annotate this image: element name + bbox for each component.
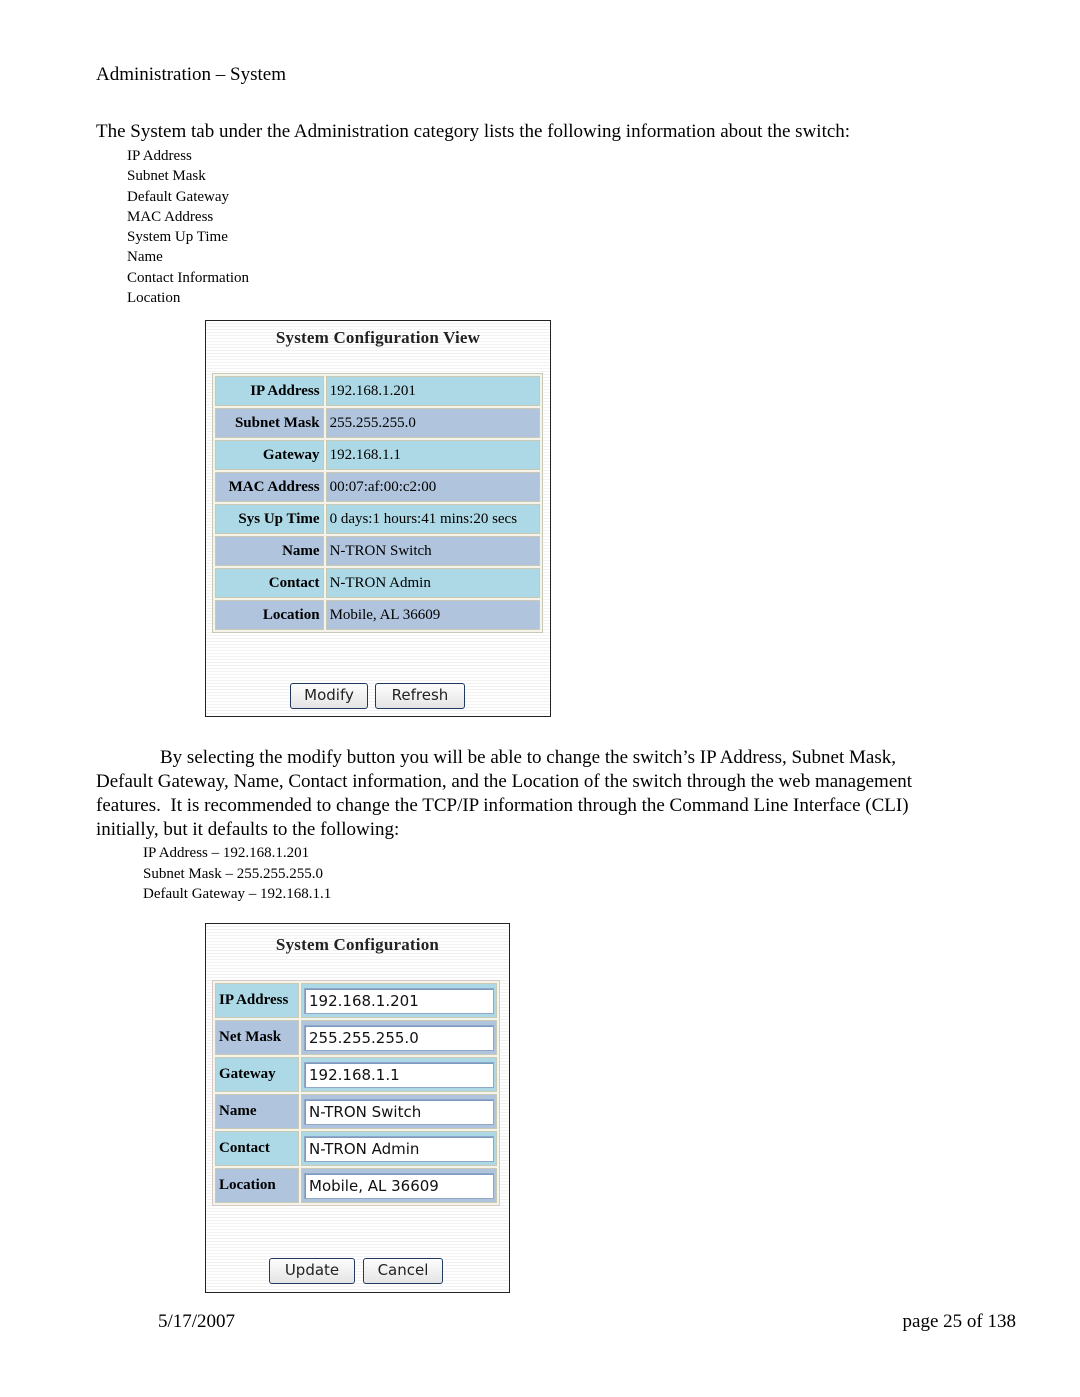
form-row: Gateway [215, 1057, 497, 1092]
row-value: 00:07:af:00:c2:00 [325, 472, 540, 502]
panel-title: System Configuration View [275, 328, 481, 347]
list-item: Subnet Mask – 255.255.255.0 [143, 865, 323, 882]
list-item: Default Gateway [127, 188, 230, 205]
intro-text: The System tab under the Administration … [96, 121, 851, 142]
ip-address-input[interactable] [304, 987, 494, 1014]
system-config-edit-panel: System Configuration IP Address Net Mask… [205, 923, 510, 1293]
paragraph-line: By selecting the modify button you will … [160, 747, 896, 768]
form-row: Location [215, 1168, 497, 1203]
row-label: Gateway [215, 440, 324, 470]
paragraph-line: features. It is recommended to change th… [96, 795, 909, 816]
system-info-table: IP Address 192.168.1.201 Subnet Mask 255.2… [212, 373, 543, 633]
system-config-view-panel: System Configuration View IP Address 192.… [205, 320, 551, 717]
table-row: IP Address 192.168.1.201 [215, 376, 540, 406]
row-label: Contact [215, 568, 324, 598]
list-item: IP Address [127, 148, 192, 164]
table-row: Name N-TRON Switch [215, 536, 540, 566]
list-item: Contact Information [127, 269, 250, 286]
refresh-button[interactable]: Refresh [375, 683, 465, 709]
info-list: IP Address Subnet Mask Default Gateway M… [127, 146, 249, 308]
table-row: Location Mobile, AL 36609 [215, 600, 540, 630]
modify-button[interactable]: Modify [290, 683, 368, 709]
row-value: 255.255.255.0 [325, 408, 540, 438]
config-form-table: IP Address Net Mask Gateway Name Contact… [212, 980, 500, 1206]
form-row: Contact [215, 1131, 497, 1166]
form-row: Net Mask [215, 1020, 497, 1055]
footer-page-number: page 25 of 138 [902, 1311, 1016, 1332]
row-value: Mobile, AL 36609 [325, 600, 540, 630]
row-value: 0 days:1 hours:41 mins:20 secs [325, 504, 540, 534]
field-label: Contact [215, 1131, 299, 1166]
field-label: Location [215, 1168, 299, 1203]
row-value: 192.168.1.201 [325, 376, 540, 406]
row-label: IP Address [215, 376, 324, 406]
row-label: MAC Address [215, 472, 324, 502]
list-item: Default Gateway – 192.168.1.1 [143, 886, 332, 902]
footer-date: 5/17/2007 [158, 1311, 236, 1332]
defaults-list: IP Address – 192.168.1.201 Subnet Mask –… [143, 843, 331, 905]
list-item: MAC Address [127, 208, 214, 225]
section-heading: Administration – System [96, 64, 286, 85]
table-row: Sys Up Time 0 days:1 hours:41 mins:20 sec… [215, 504, 540, 534]
paragraph-line: initially, but it defaults to the follow… [96, 819, 400, 840]
list-item: IP Address – 192.168.1.201 [143, 845, 310, 861]
update-button[interactable]: Update [269, 1258, 355, 1284]
row-label: Subnet Mask [215, 408, 324, 438]
table-row: MAC Address 00:07:af:00:c2:00 [215, 472, 540, 502]
modify-description: By selecting the modify button you will … [96, 746, 1018, 842]
gateway-input[interactable] [304, 1061, 494, 1088]
form-row: IP Address [215, 983, 497, 1018]
cancel-button[interactable]: Cancel [363, 1258, 443, 1284]
panel-title: System Configuration [275, 935, 440, 954]
net-mask-input[interactable] [304, 1024, 494, 1051]
row-value: N-TRON Switch [325, 536, 540, 566]
field-label: Name [215, 1094, 299, 1129]
contact-input[interactable] [304, 1135, 494, 1162]
location-input[interactable] [304, 1172, 494, 1199]
name-input[interactable] [304, 1098, 494, 1125]
list-item: Subnet Mask [127, 168, 206, 185]
row-value: 192.168.1.1 [325, 440, 540, 470]
field-label: Gateway [215, 1057, 299, 1092]
field-label: Net Mask [215, 1020, 299, 1055]
paragraph-line: Default Gateway, Name, Contact informati… [96, 771, 913, 792]
table-row: Gateway 192.168.1.1 [215, 440, 540, 470]
row-label: Sys Up Time [215, 504, 324, 534]
list-item: Location [127, 290, 181, 307]
form-row: Name [215, 1094, 497, 1129]
list-item: Name [127, 249, 163, 266]
row-label: Location [215, 600, 324, 630]
row-value: N-TRON Admin [325, 568, 540, 598]
field-label: IP Address [215, 983, 299, 1018]
list-item: System Up Time [127, 229, 228, 246]
table-row: Contact N-TRON Admin [215, 568, 540, 598]
row-label: Name [215, 536, 324, 566]
table-row: Subnet Mask 255.255.255.0 [215, 408, 540, 438]
